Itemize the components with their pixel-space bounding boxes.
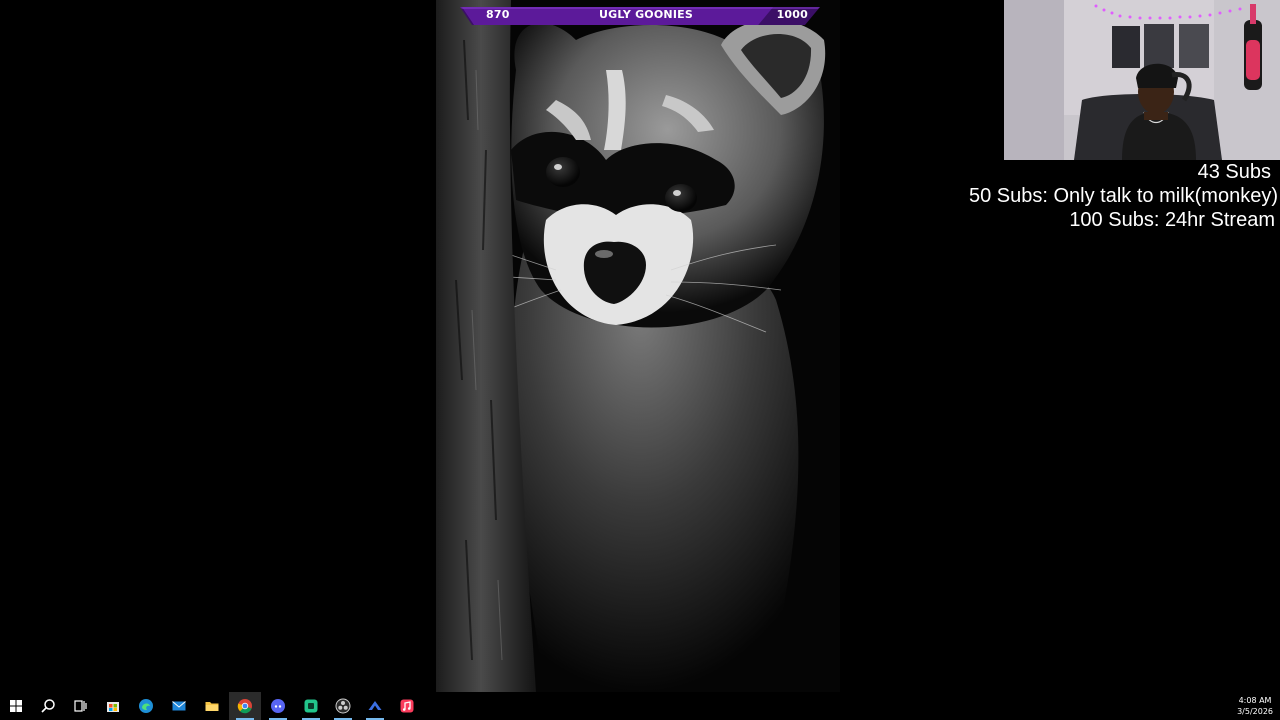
windows-logo-icon — [10, 700, 22, 712]
discord-button[interactable] — [262, 692, 294, 720]
sub-goal-50: 50 Subs: Only talk to milk(monkey) — [969, 185, 1278, 207]
system-clock[interactable]: 4:08 AM 3/5/2026 — [1237, 695, 1273, 717]
chrome-button[interactable] — [229, 692, 261, 720]
task-view-icon — [74, 700, 87, 712]
goal-bar: 870 UGLY GOONIES 1000 — [460, 4, 820, 26]
store-icon — [107, 702, 119, 712]
goal-target-value: 1000 — [776, 8, 808, 21]
app-2-button[interactable] — [359, 692, 391, 720]
discord-icon — [271, 699, 285, 713]
microsoft-store-button[interactable] — [97, 692, 129, 720]
sub-count: 43 Subs — [1197, 161, 1271, 183]
mail-icon — [172, 701, 186, 711]
search-button[interactable] — [32, 692, 64, 720]
edge-button[interactable] — [130, 692, 162, 720]
mail-button[interactable] — [163, 692, 195, 720]
start-button[interactable] — [0, 692, 32, 720]
edge-icon — [139, 699, 153, 713]
search-icon — [41, 699, 55, 713]
music-button[interactable] — [391, 692, 423, 720]
sub-goal-100: 100 Subs: 24hr Stream — [1069, 209, 1275, 231]
desktop: 870 UGLY GOONIES 1000 43 Subs 50 Subs: O… — [0, 0, 1280, 720]
obs-icon — [335, 698, 351, 714]
task-view-button[interactable] — [64, 692, 96, 720]
chrome-icon — [237, 699, 252, 714]
clock-date: 3/5/2026 — [1237, 707, 1273, 716]
chevron-icon — [368, 701, 382, 710]
folder-icon — [205, 702, 219, 711]
clock-time: 4:08 AM — [1238, 696, 1272, 705]
sub-goals-overlay: 43 Subs 50 Subs: Only talk to milk(monke… — [969, 160, 1278, 232]
music-icon — [400, 699, 414, 713]
file-explorer-button[interactable] — [196, 692, 228, 720]
taskbar — [0, 692, 1280, 720]
app-button[interactable] — [295, 692, 327, 720]
raccoon-wallpaper — [436, 0, 840, 692]
obs-button[interactable] — [327, 692, 359, 720]
app-icon — [304, 699, 318, 713]
webcam-feed — [1004, 0, 1280, 160]
